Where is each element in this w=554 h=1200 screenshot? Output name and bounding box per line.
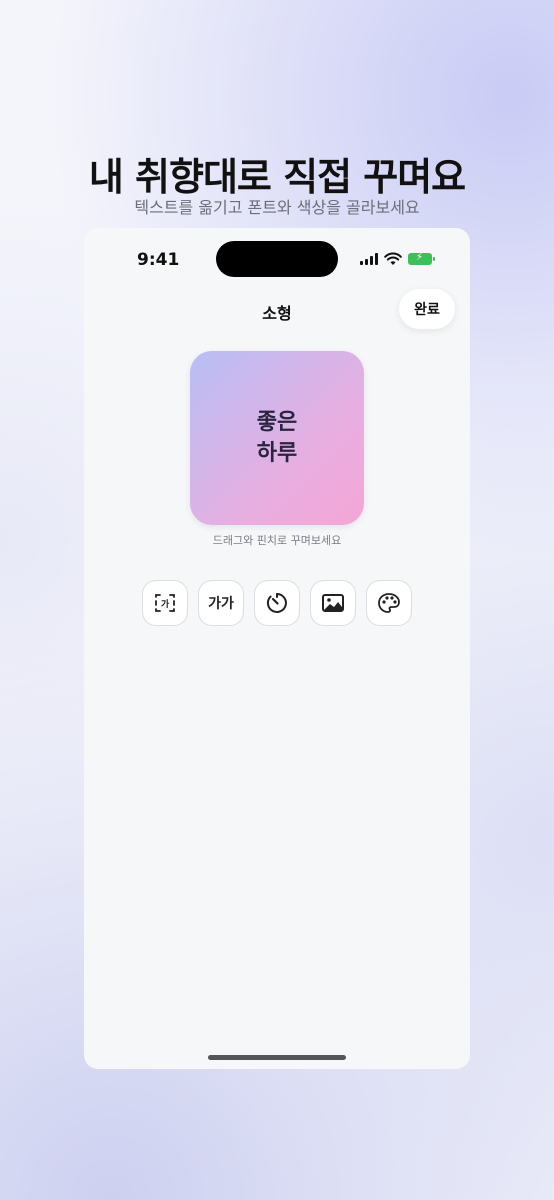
widget-text[interactable]: 좋은 하루 bbox=[257, 407, 297, 469]
home-indicator[interactable] bbox=[208, 1055, 346, 1060]
done-button[interactable]: 완료 bbox=[399, 289, 455, 329]
clock-button[interactable] bbox=[254, 580, 300, 626]
image-icon bbox=[322, 594, 344, 612]
text-box-button[interactable]: 가 bbox=[142, 580, 188, 626]
svg-text:가: 가 bbox=[161, 598, 170, 610]
subline: 텍스트를 옮기고 폰트와 색상을 골라보세요 bbox=[134, 198, 420, 217]
image-button[interactable] bbox=[310, 580, 356, 626]
edit-toolbar: 가 가가 bbox=[142, 580, 412, 626]
font-icon: 가가 bbox=[208, 596, 234, 612]
font-button[interactable]: 가가 bbox=[198, 580, 244, 626]
text-box-icon: 가 bbox=[155, 594, 175, 612]
dynamic-island bbox=[216, 241, 338, 277]
phone-screen: 9:41 ⚡ 소형 완료 좋은 하루 드래그와 핀치로 꾸며보세요 가 가가 bbox=[84, 228, 470, 1069]
status-time: 9:41 bbox=[137, 250, 180, 270]
widget-text-line-1: 좋은 bbox=[256, 410, 298, 435]
status-icons: ⚡ bbox=[360, 252, 435, 266]
wifi-icon bbox=[384, 252, 402, 265]
headline: 내 취향대로 직접 꾸며요 bbox=[88, 155, 466, 199]
clock-icon bbox=[266, 593, 287, 613]
palette-icon bbox=[378, 593, 400, 613]
gesture-hint: 드래그와 핀치로 꾸며보세요 bbox=[212, 534, 342, 547]
signal-icon bbox=[360, 253, 378, 265]
battery-icon: ⚡ bbox=[408, 252, 435, 265]
widget-preview[interactable]: 좋은 하루 bbox=[190, 351, 364, 525]
palette-button[interactable] bbox=[366, 580, 412, 626]
widget-text-line-2: 하루 bbox=[256, 441, 298, 466]
